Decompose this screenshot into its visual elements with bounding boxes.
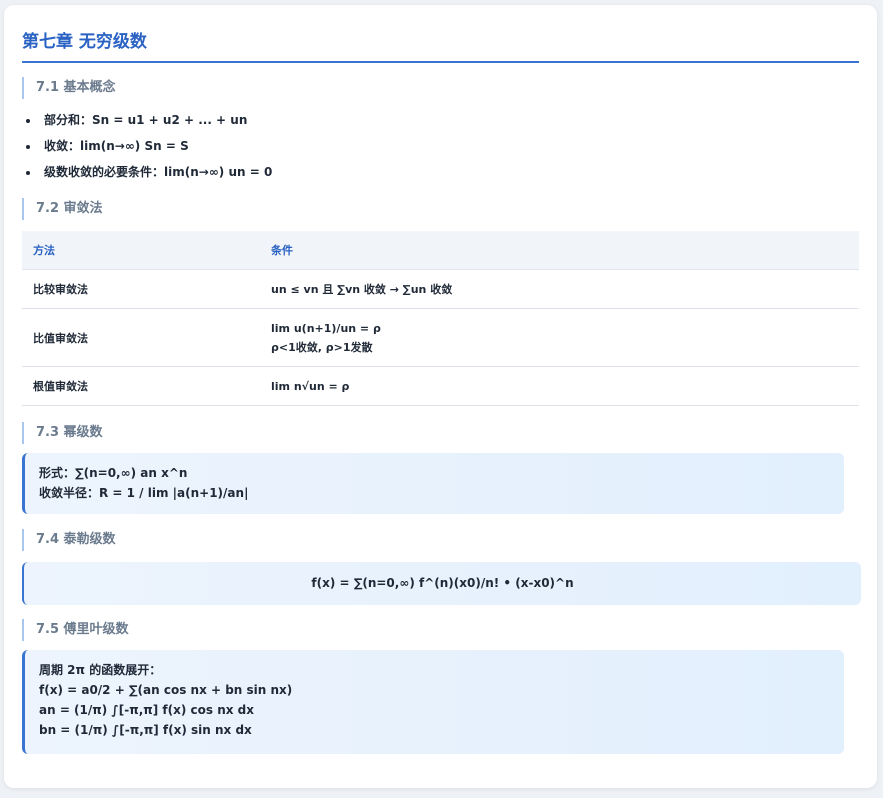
method-cell: 比值审敛法 — [22, 308, 260, 367]
power-series-radius: 收敛半径：R = 1 / lim |a(n+1)/an| — [39, 486, 249, 500]
method-cell: 比较审敛法 — [22, 269, 260, 309]
column-header-method: 方法 — [22, 231, 260, 270]
title-divider — [22, 61, 859, 63]
method-cell: 根值审敛法 — [22, 366, 260, 406]
fourier-expansion: f(x) = a0/2 + ∑(an cos nx + bn sin nx) — [39, 683, 293, 697]
condition-line: lim u(n+1)/un = ρ — [271, 321, 381, 335]
section-title-7-2: 7.2 审敛法 — [22, 198, 103, 220]
condition-cell: lim n√un = ρ — [260, 366, 859, 406]
condition-cell: lim u(n+1)/un = ρ ρ<1收敛, ρ>1发散 — [260, 308, 859, 367]
table-row: 比较审敛法 un ≤ vn 且 ∑vn 收敛 → ∑un 收敛 — [22, 269, 859, 309]
power-series-form: 形式：∑(n=0,∞) an x^n — [39, 466, 188, 480]
convergence-tests-table: 方法 条件 比较审敛法 un ≤ vn 且 ∑vn 收敛 → ∑un 收敛 比值… — [22, 231, 859, 406]
table-header-row: 方法 条件 — [22, 231, 859, 270]
table-row: 比值审敛法 lim u(n+1)/un = ρ ρ<1收敛, ρ>1发散 — [22, 308, 859, 367]
list-item: 级数收敛的必要条件：lim(n→∞) un = 0 — [22, 159, 272, 185]
fourier-an: an = (1/π) ∫[-π,π] f(x) cos nx dx — [39, 703, 254, 717]
fourier-bn: bn = (1/π) ∫[-π,π] f(x) sin nx dx — [39, 723, 252, 737]
condition-cell: un ≤ vn 且 ∑vn 收敛 → ∑un 收敛 — [260, 269, 859, 309]
fourier-intro: 周期 2π 的函数展开： — [39, 663, 162, 677]
list-item: 收敛：lim(n→∞) Sn = S — [22, 133, 272, 159]
list-item: 部分和：Sn = u1 + u2 + ... + un — [22, 107, 272, 133]
concept-list: 部分和：Sn = u1 + u2 + ... + un 收敛：lim(n→∞) … — [22, 107, 272, 185]
section-title-7-3: 7.3 幂级数 — [22, 422, 103, 444]
taylor-formula: f(x) = ∑(n=0,∞) f^(n)(x0)/n! • (x-x0)^n — [311, 576, 574, 590]
column-header-condition: 条件 — [260, 231, 859, 270]
section-title-7-1: 7.1 基本概念 — [22, 77, 116, 99]
content-card: 第七章 无穷级数 7.1 基本概念 部分和：Sn = u1 + u2 + ...… — [4, 5, 877, 788]
power-series-box: 形式：∑(n=0,∞) an x^n 收敛半径：R = 1 / lim |a(n… — [22, 453, 844, 514]
table-row: 根值审敛法 lim n√un = ρ — [22, 366, 859, 406]
chapter-title: 第七章 无穷级数 — [22, 32, 147, 52]
condition-line: ρ<1收敛, ρ>1发散 — [271, 340, 373, 354]
section-title-7-5: 7.5 傅里叶级数 — [22, 619, 129, 641]
section-title-7-4: 7.4 泰勒级数 — [22, 529, 116, 551]
taylor-formula-box: f(x) = ∑(n=0,∞) f^(n)(x0)/n! • (x-x0)^n — [22, 562, 861, 605]
condition-line: un ≤ vn 且 ∑vn 收敛 → ∑un 收敛 — [271, 282, 453, 296]
fourier-series-box: 周期 2π 的函数展开： f(x) = a0/2 + ∑(an cos nx +… — [22, 650, 844, 754]
condition-line: lim n√un = ρ — [271, 379, 350, 393]
